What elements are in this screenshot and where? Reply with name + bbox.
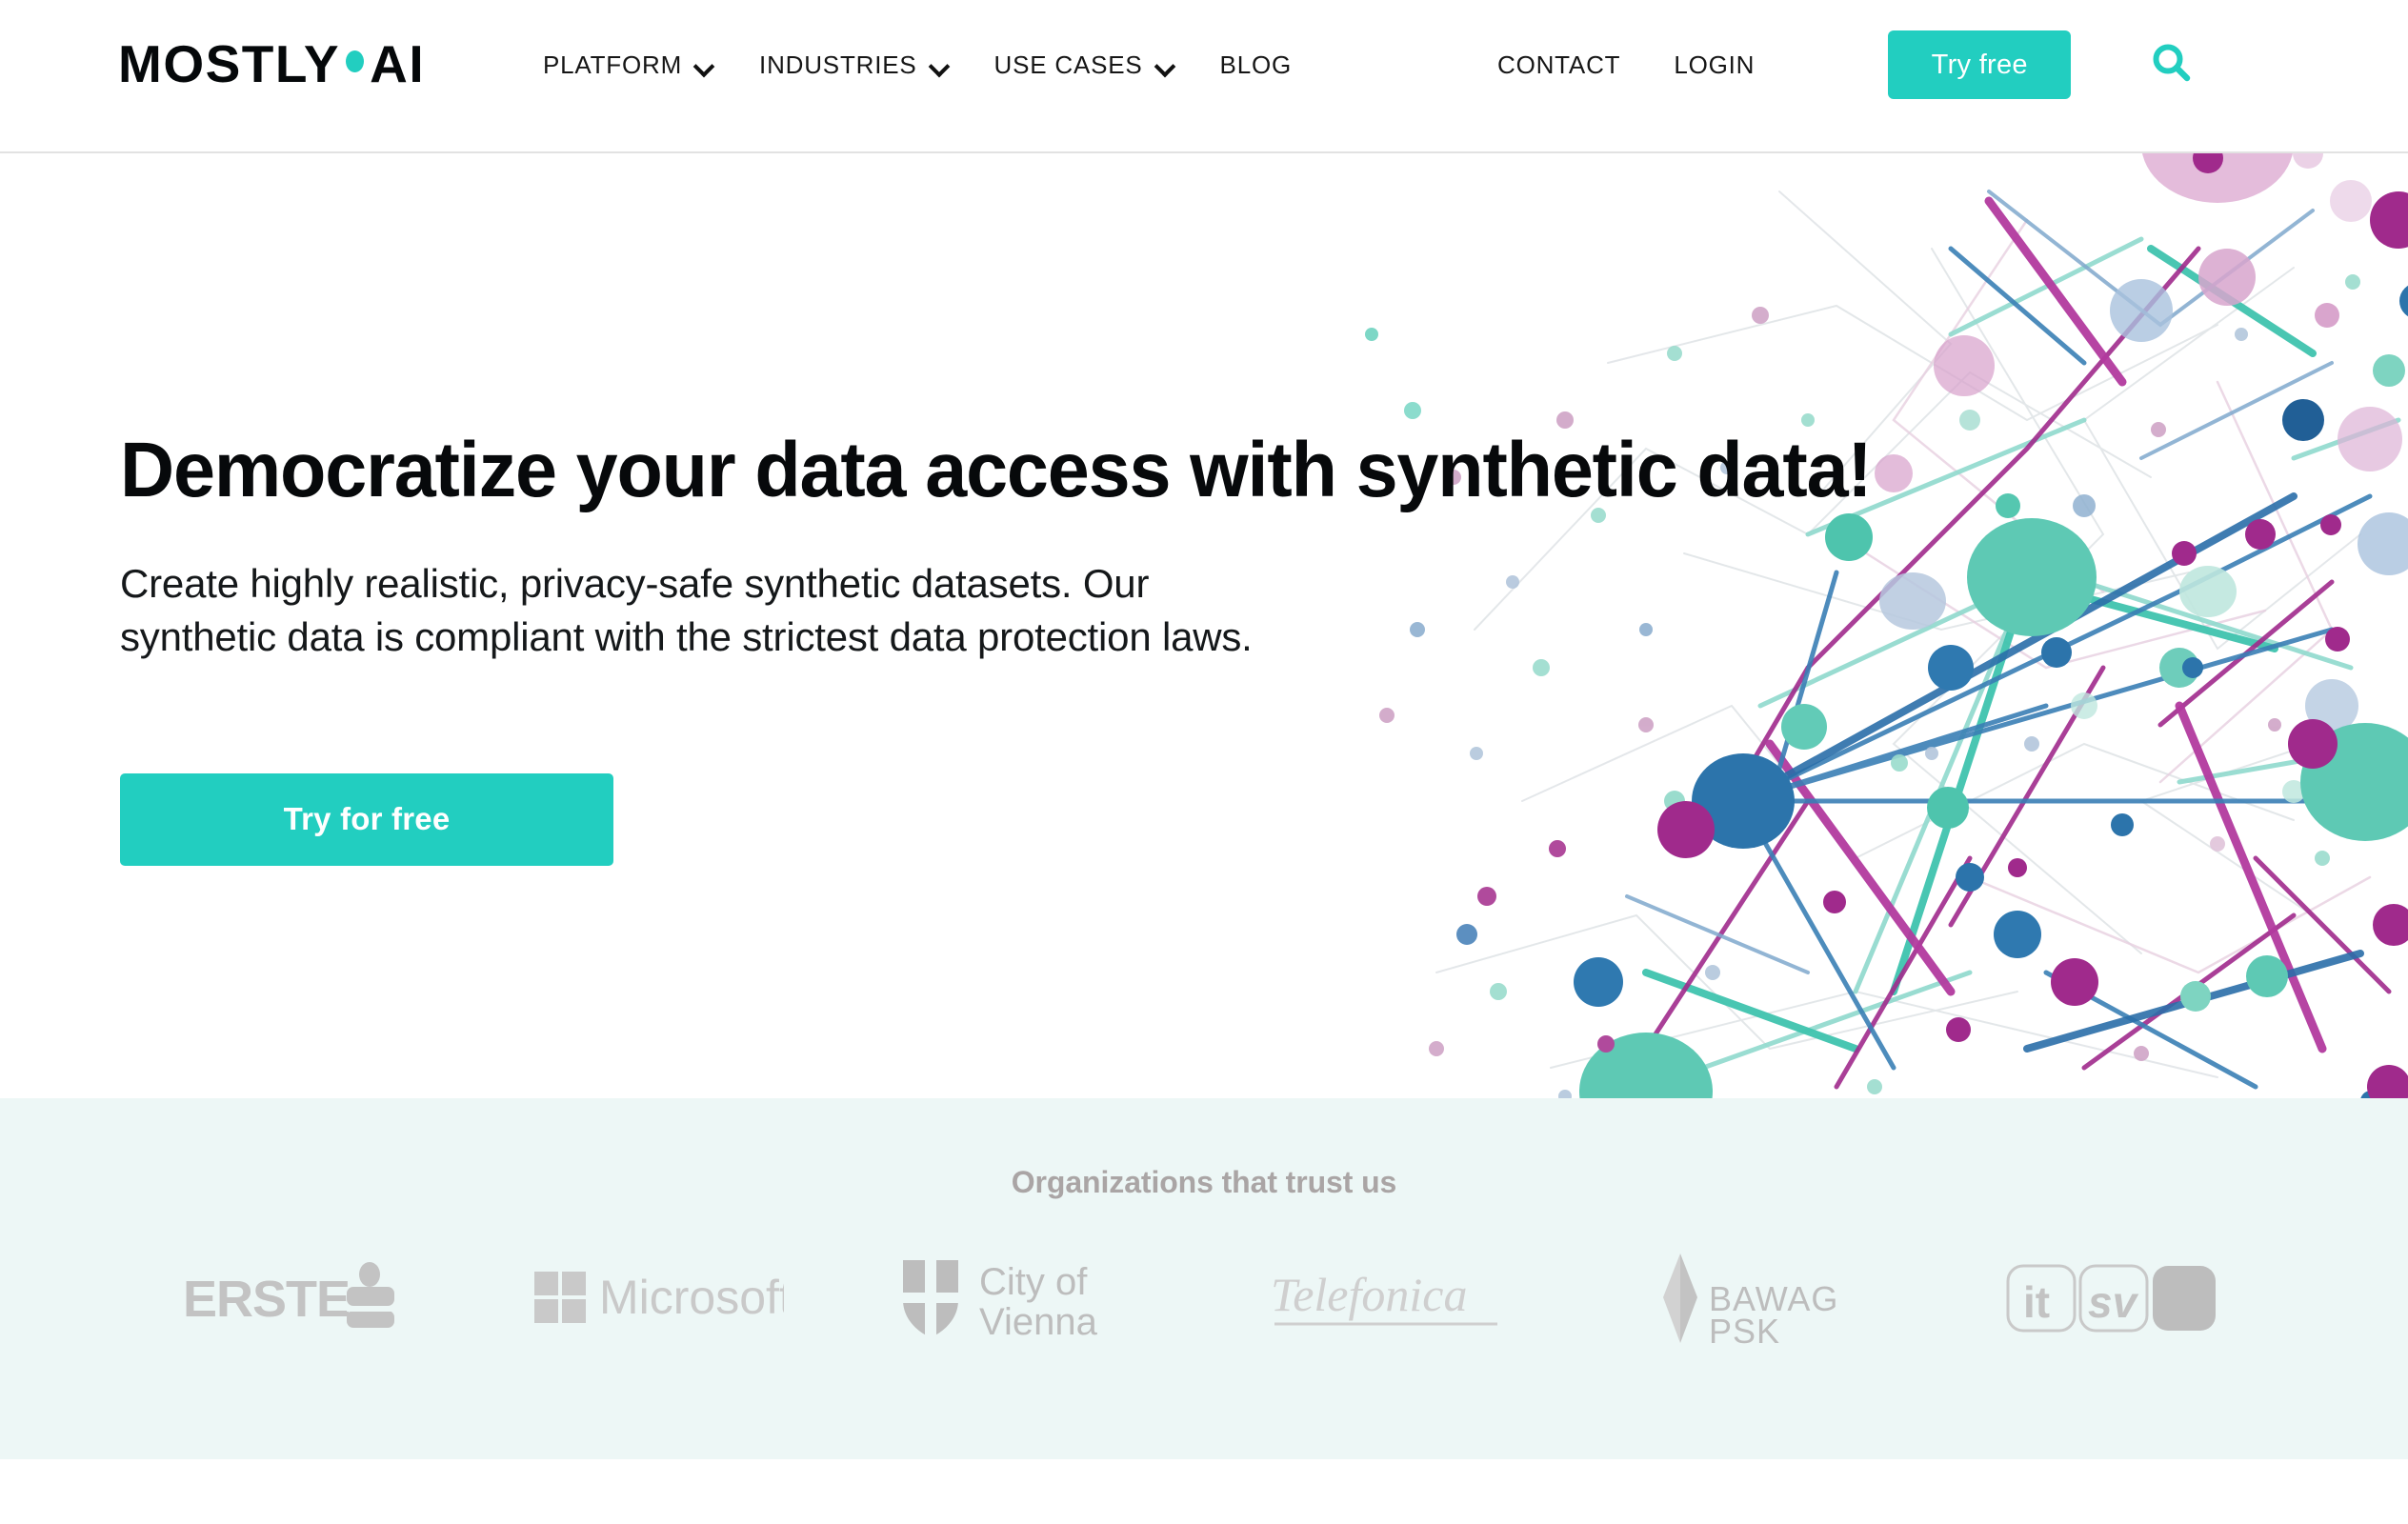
svg-text:Vienna: Vienna [979, 1301, 1098, 1340]
site-header: MOSTLY AI PLATFORM INDUSTRIES USE CASES … [0, 0, 2408, 153]
page-bottom-spacer [0, 1459, 2408, 1524]
trust-section-title: Organizations that trust us [1011, 1165, 1397, 1199]
nav-item-contact[interactable]: CONTACT [1497, 50, 1620, 80]
brand-logo-text-ai: AI [370, 33, 426, 93]
partner-logo-itsv: it sv [1978, 1246, 2246, 1351]
hero-copy: Democratize your data access with synthe… [120, 427, 2197, 866]
chevron-down-icon [1155, 59, 1174, 70]
svg-text:Telefonica: Telefonica [1271, 1268, 1467, 1321]
nav-item-platform[interactable]: PLATFORM [543, 46, 713, 84]
partner-logo-microsoft: Microsoft [525, 1246, 793, 1351]
hero-title: Democratize your data access with synthe… [120, 427, 1873, 513]
trusted-organizations-section: Organizations that trust us ERSTE Micros… [0, 1098, 2408, 1459]
nav-item-industries[interactable]: INDUSTRIES [759, 46, 948, 84]
partner-logo-erste: ERSTE [162, 1246, 430, 1351]
brand-logo-text-mostly: MOSTLY [118, 33, 341, 93]
svg-text:PSK: PSK [1709, 1312, 1780, 1345]
partner-logo-bawag-psk: BAWAG PSK [1615, 1246, 1882, 1351]
partner-logo-telefonica: Telefonica [1252, 1246, 1519, 1351]
chevron-down-icon [930, 59, 949, 70]
nav-item-use-cases[interactable]: USE CASES [994, 46, 1174, 84]
svg-text:sv: sv [2088, 1277, 2139, 1327]
primary-navigation: PLATFORM INDUSTRIES USE CASES BLOG [543, 46, 1292, 84]
brand-logo[interactable]: MOSTLY AI [118, 34, 425, 93]
svg-text:ERSTE: ERSTE [183, 1271, 350, 1328]
nav-item-blog[interactable]: BLOG [1220, 46, 1292, 84]
svg-text:City of: City of [979, 1261, 1088, 1303]
search-button[interactable] [2145, 38, 2198, 91]
chevron-down-icon [694, 59, 713, 70]
svg-text:it: it [2023, 1277, 2050, 1327]
partner-logo-city-of-vienna: City of Vienna [889, 1246, 1156, 1351]
nav-item-use-cases-label: USE CASES [993, 50, 1143, 79]
nav-item-platform-label: PLATFORM [543, 50, 683, 79]
page-root: MOSTLY AI PLATFORM INDUSTRIES USE CASES … [0, 0, 2408, 1524]
header-actions: CONTACT LOGIN Try free [1497, 27, 2198, 103]
try-free-button[interactable]: Try free [1888, 30, 2072, 99]
partner-logo-row: ERSTE Microsoft City of Vienna Telefonic… [0, 1246, 2408, 1351]
hero-section: Democratize your data access with synthe… [0, 153, 2408, 1098]
try-for-free-button[interactable]: Try for free [120, 772, 613, 866]
svg-text:Microsoft: Microsoft [599, 1271, 784, 1324]
hero-subtitle: Create highly realistic, privacy-safe sy… [120, 561, 1253, 659]
brand-logo-dot [346, 50, 365, 72]
nav-item-login[interactable]: LOGIN [1674, 50, 1755, 80]
search-icon [2149, 41, 2195, 90]
nav-item-industries-label: INDUSTRIES [759, 50, 917, 79]
nav-item-blog-label: BLOG [1219, 50, 1292, 79]
